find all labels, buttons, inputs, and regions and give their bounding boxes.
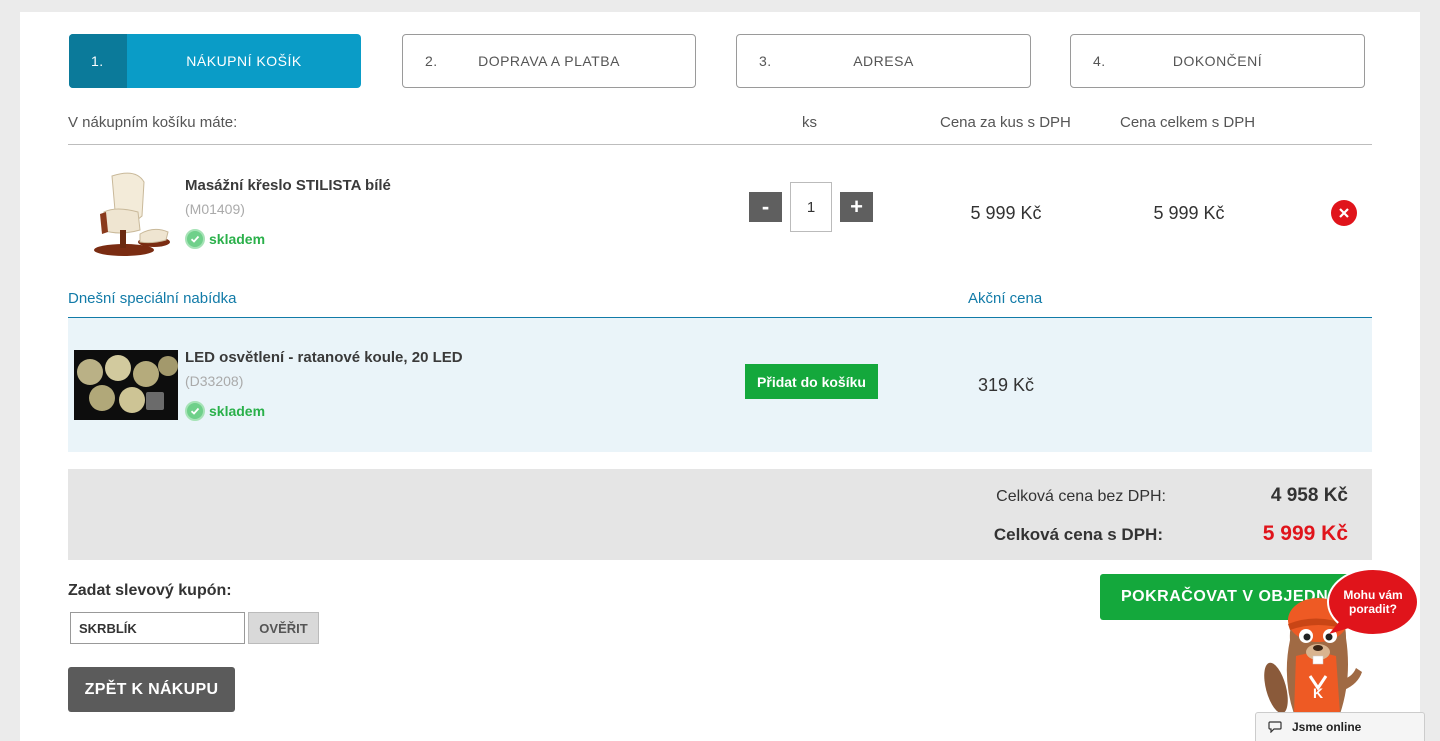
step-number: 1. bbox=[69, 34, 127, 88]
qty-column-header: ks bbox=[802, 114, 817, 131]
product-image-led-lights[interactable] bbox=[74, 350, 178, 420]
chat-online-tab[interactable]: Jsme online bbox=[1255, 712, 1425, 741]
close-icon bbox=[1339, 208, 1349, 218]
step-cart[interactable]: 1. NÁKUPNÍ KOŠÍK bbox=[69, 34, 361, 88]
step-completion[interactable]: 4. DOKONČENÍ bbox=[1070, 34, 1365, 88]
speech-bubble-icon bbox=[1268, 721, 1282, 733]
chat-bubble-text[interactable]: Mohu vám poradit? bbox=[1330, 588, 1416, 616]
total-without-vat-label: Celková cena bez DPH: bbox=[996, 488, 1166, 505]
total-without-vat-value: 4 958 Kč bbox=[1270, 485, 1348, 506]
special-item-name[interactable]: LED osvětlení - ratanové koule, 20 LED bbox=[185, 349, 463, 366]
special-item-stock-status: skladem bbox=[185, 401, 265, 421]
totals-panel bbox=[68, 469, 1372, 560]
qty-input[interactable] bbox=[790, 182, 832, 232]
step-number: 3. bbox=[759, 53, 772, 69]
cart-page: 1. NÁKUPNÍ KOŠÍK 2. DOPRAVA A PLATBA 3. … bbox=[20, 12, 1420, 741]
step-number: 4. bbox=[1093, 53, 1106, 69]
step-label: ADRESA bbox=[853, 53, 914, 69]
special-offer-row bbox=[68, 317, 1372, 452]
coupon-input[interactable] bbox=[70, 612, 245, 644]
step-label: DOPRAVA A PLATBA bbox=[478, 53, 620, 69]
chat-bubble-line: Mohu vám bbox=[1343, 588, 1403, 602]
step-number: 2. bbox=[425, 53, 438, 69]
add-to-cart-button[interactable]: Přidat do košíku bbox=[745, 364, 878, 399]
special-price-header: Akční cena bbox=[968, 290, 1043, 307]
step-label: NÁKUPNÍ KOŠÍK bbox=[186, 53, 302, 69]
stock-label: skladem bbox=[209, 403, 266, 419]
special-item-code: (D33208) bbox=[185, 373, 244, 389]
product-image-massage-chair[interactable] bbox=[76, 164, 176, 264]
chat-bubble-line: poradit? bbox=[1349, 602, 1397, 616]
special-item-price: 319 Kč bbox=[977, 375, 1035, 395]
total-with-vat-value: 5 999 Kč bbox=[1262, 522, 1348, 545]
total-with-vat-label: Celková cena s DPH: bbox=[993, 525, 1163, 544]
back-to-shopping-button[interactable]: ZPĚT K NÁKUPU bbox=[68, 667, 235, 712]
step-label: DOKONČENÍ bbox=[1172, 53, 1263, 69]
cart-item-stock-status: skladem bbox=[185, 229, 265, 249]
total-price-column-header: Cena celkem s DPH bbox=[1120, 114, 1256, 131]
cart-item-code: (M01409) bbox=[185, 201, 245, 217]
header-divider bbox=[68, 144, 1372, 145]
remove-item-button[interactable] bbox=[1331, 200, 1357, 226]
qty-increase-button[interactable]: + bbox=[840, 192, 873, 222]
qty-decrease-button[interactable]: - bbox=[749, 192, 782, 222]
step-shipping-payment[interactable]: 2. DOPRAVA A PLATBA bbox=[402, 34, 696, 88]
stock-label: skladem bbox=[209, 231, 266, 247]
cart-item-name[interactable]: Masážní křeslo STILISTA bílé bbox=[185, 177, 391, 194]
cart-item-unit-price: 5 999 Kč bbox=[970, 203, 1042, 223]
svg-text:K: K bbox=[1313, 685, 1323, 701]
check-icon bbox=[185, 229, 205, 249]
coupon-label: Zadat slevový kupón: bbox=[68, 582, 232, 599]
step-address[interactable]: 3. ADRESA bbox=[736, 34, 1031, 88]
chat-status-label: Jsme online bbox=[1292, 720, 1362, 734]
special-offer-title: Dnešní speciální nabídka bbox=[68, 290, 237, 307]
verify-coupon-button[interactable]: OVĚŘIT bbox=[248, 612, 319, 644]
unit-price-column-header: Cena za kus s DPH bbox=[940, 114, 1071, 131]
check-icon bbox=[185, 401, 205, 421]
cart-item-total-price: 5 999 Kč bbox=[1153, 203, 1225, 223]
cart-intro-text: V nákupním košíku máte: bbox=[68, 114, 238, 131]
